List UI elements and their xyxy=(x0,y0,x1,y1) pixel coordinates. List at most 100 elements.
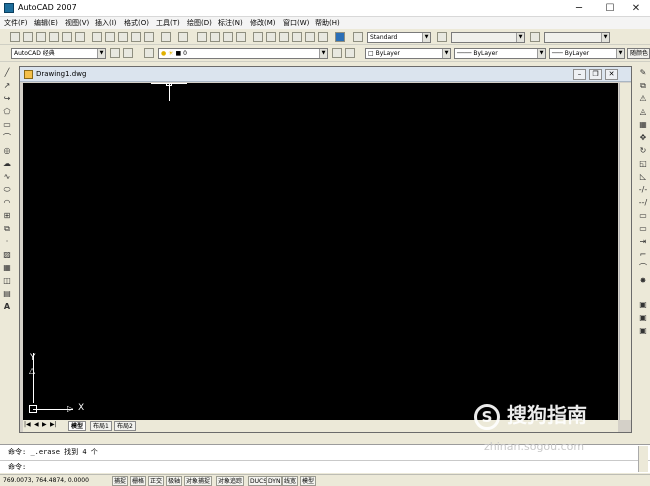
tab-model[interactable]: 模型 xyxy=(68,421,87,431)
command-scrollbar[interactable] xyxy=(638,446,648,472)
workspace-save-icon[interactable] xyxy=(123,48,133,58)
save-icon[interactable] xyxy=(36,32,46,42)
draw-order-icon[interactable]: ▣ xyxy=(638,300,648,310)
menu-view[interactable]: 视图(V) xyxy=(65,18,89,28)
text-style-select[interactable]: Standard ▼ xyxy=(367,32,431,43)
tab-nav-prev-icon[interactable]: ◀ xyxy=(34,421,39,428)
text-icon[interactable]: A xyxy=(2,302,12,312)
ellipse-icon[interactable]: ⬭ xyxy=(2,185,12,195)
tab-nav-first-icon[interactable]: |◀ xyxy=(24,421,31,428)
otrack-toggle[interactable]: 对象追踪 xyxy=(216,476,245,486)
properties-icon[interactable] xyxy=(253,32,263,42)
block-editor-icon[interactable] xyxy=(144,32,154,42)
join-icon[interactable]: ⇥ xyxy=(638,237,648,247)
zoom-previous-icon[interactable] xyxy=(236,32,246,42)
model-space-canvas[interactable]: △ ▷ Y X xyxy=(23,83,618,420)
layer-previous-icon[interactable] xyxy=(345,48,355,58)
insert-block-icon[interactable]: ⊞ xyxy=(2,211,12,221)
tool-palettes-icon[interactable] xyxy=(279,32,289,42)
mirror-icon[interactable]: ⚠ xyxy=(638,94,648,104)
extend-icon[interactable]: --/ xyxy=(638,198,648,208)
layer-manager-icon[interactable] xyxy=(144,48,154,58)
menu-insert[interactable]: 插入(I) xyxy=(95,18,117,28)
dim-style-select[interactable]: ▼ xyxy=(451,32,525,43)
lineweight-select[interactable]: ─── ByLayer ▼ xyxy=(549,48,625,59)
menu-file[interactable]: 文件(F) xyxy=(4,18,28,28)
rotate-icon[interactable]: ↻ xyxy=(638,146,648,156)
break-at-point-icon[interactable]: ▭ xyxy=(638,211,648,221)
tab-nav-last-icon[interactable]: ▶| xyxy=(50,421,57,428)
cut-icon[interactable] xyxy=(92,32,102,42)
trim-icon[interactable]: -/- xyxy=(638,185,648,195)
design-center-icon[interactable] xyxy=(266,32,276,42)
workspace-settings-icon[interactable] xyxy=(110,48,120,58)
vertical-scrollbar[interactable] xyxy=(619,83,631,420)
hatch-icon[interactable]: ▨ xyxy=(2,250,12,260)
doc-minimize-icon[interactable]: – xyxy=(573,69,586,80)
coordinate-readout[interactable]: 769.0073, 764.4874, 0.0000 xyxy=(3,477,89,484)
copy-icon[interactable]: ⧉ xyxy=(638,81,648,91)
minimize-icon[interactable]: ─ xyxy=(565,0,593,17)
dim-style-icon[interactable] xyxy=(437,32,447,42)
calculator-icon[interactable] xyxy=(318,32,328,42)
spline-icon[interactable]: ∿ xyxy=(2,172,12,182)
grid-toggle[interactable]: 栅格 xyxy=(130,476,147,486)
copy-clip-icon[interactable] xyxy=(105,32,115,42)
menu-format[interactable]: 格式(O) xyxy=(124,18,149,28)
model-toggle[interactable]: 模型 xyxy=(300,476,317,486)
match-properties-icon[interactable] xyxy=(131,32,141,42)
linetype-select[interactable]: ──── ByLayer ▼ xyxy=(454,48,546,59)
menu-dimension[interactable]: 标注(N) xyxy=(218,18,243,28)
circle-icon[interactable]: ◎ xyxy=(2,146,12,156)
ortho-toggle[interactable]: 正交 xyxy=(148,476,165,486)
redo-icon[interactable] xyxy=(178,32,188,42)
explode-icon[interactable]: ✸ xyxy=(638,276,648,286)
array-icon[interactable]: ▦ xyxy=(638,120,648,130)
close-icon[interactable]: ✕ xyxy=(622,0,650,17)
markup-icon[interactable] xyxy=(305,32,315,42)
polygon-icon[interactable]: ⬠ xyxy=(2,107,12,117)
doc-restore-icon[interactable]: ❐ xyxy=(589,69,602,80)
osnap-toggle[interactable]: 对象捕捉 xyxy=(184,476,213,486)
menu-draw[interactable]: 绘图(D) xyxy=(187,18,212,28)
break-icon[interactable]: ▭ xyxy=(638,224,648,234)
table-icon[interactable]: ▤ xyxy=(2,289,12,299)
table-style-icon[interactable] xyxy=(530,32,540,42)
rectangle-icon[interactable]: ▭ xyxy=(2,120,12,130)
stretch-icon[interactable]: ◺ xyxy=(638,172,648,182)
plot-style-select[interactable]: 随颜色 xyxy=(627,48,650,59)
revision-cloud-icon[interactable]: ☁ xyxy=(2,159,12,169)
fillet-icon[interactable]: ⌒ xyxy=(638,263,648,273)
publish-icon[interactable] xyxy=(75,32,85,42)
layer-select[interactable]: ● ☀ ■ 0 ▼ xyxy=(158,48,328,59)
maximize-icon[interactable]: ☐ xyxy=(596,0,624,17)
zoom-realtime-icon[interactable] xyxy=(210,32,220,42)
lwt-toggle[interactable]: 线宽 xyxy=(282,476,299,486)
region-icon[interactable]: ◫ xyxy=(2,276,12,286)
menu-help[interactable]: 帮助(H) xyxy=(315,18,340,28)
dyn-toggle[interactable]: DYN xyxy=(266,476,283,486)
tab-nav-next-icon[interactable]: ▶ xyxy=(42,421,47,428)
make-layer-current-icon[interactable] xyxy=(332,48,342,58)
tab-layout2[interactable]: 布局2 xyxy=(114,421,136,431)
help-icon[interactable] xyxy=(335,32,345,42)
doc-close-icon[interactable]: ✕ xyxy=(605,69,618,80)
scale-icon[interactable]: ◱ xyxy=(638,159,648,169)
plot-icon[interactable] xyxy=(49,32,59,42)
bring-front-icon[interactable]: ▣ xyxy=(638,313,648,323)
menu-modify[interactable]: 修改(M) xyxy=(250,18,276,28)
construction-line-icon[interactable]: ↗ xyxy=(2,81,12,91)
text-style-icon[interactable] xyxy=(353,32,363,42)
undo-icon[interactable] xyxy=(161,32,171,42)
polyline-icon[interactable]: ↪ xyxy=(2,94,12,104)
sheet-set-icon[interactable] xyxy=(292,32,302,42)
arc-icon[interactable]: ⌒ xyxy=(2,133,12,143)
menu-edit[interactable]: 编辑(E) xyxy=(34,18,58,28)
paste-icon[interactable] xyxy=(118,32,128,42)
offset-icon[interactable]: ◬ xyxy=(638,107,648,117)
snap-toggle[interactable]: 捕捉 xyxy=(112,476,129,486)
pan-icon[interactable] xyxy=(197,32,207,42)
ellipse-arc-icon[interactable]: ◠ xyxy=(2,198,12,208)
erase-icon[interactable]: ✎ xyxy=(638,68,648,78)
chamfer-icon[interactable]: ⌐ xyxy=(638,250,648,260)
